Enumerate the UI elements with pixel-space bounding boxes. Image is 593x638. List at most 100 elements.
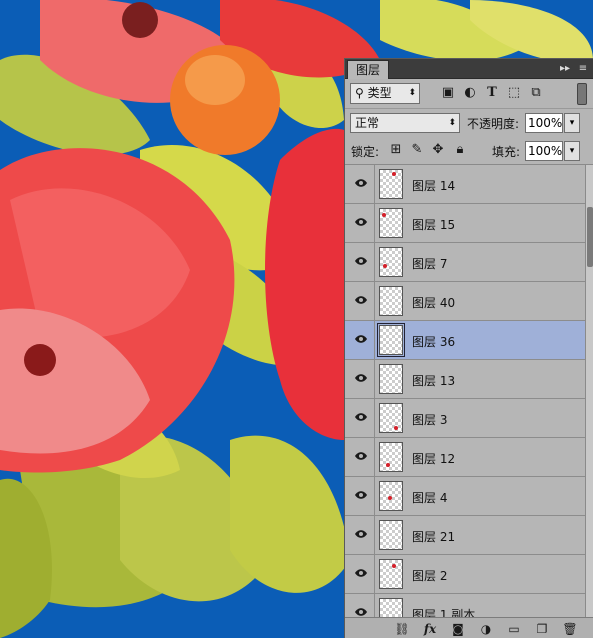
thumbnail-content-mark	[382, 213, 386, 217]
layer-name[interactable]: 图层 36	[412, 333, 455, 350]
lock-position-icon[interactable]: ✥	[431, 143, 445, 157]
layer-name[interactable]: 图层 7	[412, 255, 447, 272]
visibility-toggle[interactable]	[345, 555, 375, 593]
add-mask-icon[interactable]: ◙	[449, 621, 467, 637]
layer-thumbnail[interactable]	[379, 442, 403, 472]
eye-icon	[355, 452, 367, 460]
chevron-updown-icon: ⬍	[448, 118, 456, 128]
image-filter-icon[interactable]: ▣	[440, 85, 456, 101]
layer-row[interactable]: 图层 12	[345, 438, 585, 477]
layer-name[interactable]: 图层 21	[412, 528, 455, 545]
visibility-toggle[interactable]	[345, 438, 375, 476]
layer-row[interactable]: 图层 2	[345, 555, 585, 594]
layer-thumbnail[interactable]	[379, 169, 403, 199]
layer-row[interactable]: 图层 13	[345, 360, 585, 399]
visibility-toggle[interactable]	[345, 243, 375, 281]
layer-row[interactable]: 图层 1 副本	[345, 594, 585, 617]
layer-thumbnail[interactable]	[379, 520, 403, 550]
layer-name[interactable]: 图层 4	[412, 489, 447, 506]
fill-slider-button[interactable]: ▾	[564, 141, 580, 161]
lock-label: 锁定:	[351, 145, 380, 159]
visibility-toggle[interactable]	[345, 399, 375, 437]
layer-thumbnail[interactable]	[379, 598, 403, 617]
panel-menu-icon[interactable]: ≡	[576, 61, 590, 77]
layer-thumbnail[interactable]	[379, 364, 403, 394]
visibility-toggle[interactable]	[345, 165, 375, 203]
layer-name[interactable]: 图层 1 副本	[412, 606, 475, 617]
layer-list-scrollbar[interactable]	[585, 165, 593, 617]
lock-image-pixels-icon[interactable]: ✎	[410, 143, 424, 157]
layer-row[interactable]: 图层 36	[345, 321, 585, 360]
eye-icon	[355, 608, 367, 616]
delete-layer-icon[interactable]: 🗑︎	[561, 621, 579, 637]
type-filter-icon[interactable]: T	[484, 85, 500, 101]
opacity-label: 不透明度:	[467, 117, 520, 131]
visibility-toggle[interactable]	[345, 516, 375, 554]
layer-row[interactable]: 图层 40	[345, 282, 585, 321]
shape-filter-icon[interactable]: ⬚	[506, 85, 522, 101]
visibility-toggle[interactable]	[345, 360, 375, 398]
layer-name[interactable]: 图层 12	[412, 450, 455, 467]
filter-toggle-switch[interactable]	[577, 83, 587, 105]
lock-all-icon[interactable]: 🔒︎	[453, 143, 467, 157]
layer-name[interactable]: 图层 3	[412, 411, 447, 428]
opacity-slider-button[interactable]: ▾	[564, 113, 580, 133]
layer-row[interactable]: 图层 3	[345, 399, 585, 438]
eye-icon	[355, 218, 367, 226]
layer-row[interactable]: 图层 7	[345, 243, 585, 282]
layer-name[interactable]: 图层 40	[412, 294, 455, 311]
layer-thumbnail[interactable]	[379, 559, 403, 589]
blend-row: 正常 ⬍ 不透明度: 100% ▾	[345, 109, 593, 137]
search-icon: ⚲	[355, 86, 364, 100]
layer-list: 图层 14 图层 15 图层 7 图层 40 图层 36 图层 13 图层 3 图层 12 图层…	[345, 165, 585, 617]
thumbnail-content-mark	[388, 496, 392, 500]
fill-input[interactable]: 100%	[525, 141, 563, 161]
layers-bottom-bar: ⛓ fx ◙ ◑ ▭ ❐ 🗑︎	[345, 617, 593, 638]
tab-layers[interactable]: 图层	[347, 60, 390, 79]
eye-icon	[355, 374, 367, 382]
layer-name[interactable]: 图层 14	[412, 177, 455, 194]
fill-label: 填充:	[492, 145, 521, 159]
layer-thumbnail[interactable]	[379, 286, 403, 316]
visibility-toggle[interactable]	[345, 282, 375, 320]
visibility-toggle[interactable]	[345, 321, 375, 359]
new-layer-icon[interactable]: ❐	[533, 621, 551, 637]
adjustment-filter-icon[interactable]: ◐	[462, 85, 478, 101]
thumbnail-content-mark	[386, 463, 390, 467]
blend-mode-select[interactable]: 正常 ⬍	[350, 113, 460, 133]
layer-row[interactable]: 图层 15	[345, 204, 585, 243]
layer-row[interactable]: 图层 21	[345, 516, 585, 555]
opacity-input[interactable]: 100%	[525, 113, 563, 133]
filter-kind-select[interactable]: ⚲ 类型 ⬍	[350, 83, 420, 104]
scrollbar-thumb[interactable]	[587, 207, 593, 267]
lock-row: 锁定: ⊞ ✎ ✥ 🔒︎ 填充: 100% ▾	[345, 137, 593, 165]
layer-name[interactable]: 图层 2	[412, 567, 447, 584]
thumbnail-content-mark	[392, 564, 396, 568]
layer-row[interactable]: 图层 14	[345, 165, 585, 204]
layer-thumbnail[interactable]	[379, 208, 403, 238]
layer-name[interactable]: 图层 15	[412, 216, 455, 233]
eye-icon	[355, 413, 367, 421]
eye-icon	[355, 569, 367, 577]
fx-icon[interactable]: fx	[421, 621, 439, 637]
collapse-panel-button[interactable]: ▸▸	[558, 61, 572, 77]
visibility-toggle[interactable]	[345, 477, 375, 515]
chevron-updown-icon: ⬍	[408, 88, 416, 98]
layer-name[interactable]: 图层 13	[412, 372, 455, 389]
lock-transparent-pixels-icon[interactable]: ⊞	[389, 143, 403, 157]
adjustment-layer-icon[interactable]: ◑	[477, 621, 495, 637]
layer-row[interactable]: 图层 4	[345, 477, 585, 516]
layer-thumbnail[interactable]	[379, 403, 403, 433]
layer-thumbnail[interactable]	[377, 323, 405, 357]
layers-panel: 图层 ▸▸ ≡ ⚲ 类型 ⬍ ▣ ◐ T ⬚ ⧉ 正常 ⬍ 不透明度: 100%…	[344, 58, 593, 638]
eye-icon	[355, 296, 367, 304]
layer-filter-row: ⚲ 类型 ⬍ ▣ ◐ T ⬚ ⧉	[345, 79, 593, 109]
visibility-toggle[interactable]	[345, 594, 375, 617]
link-layers-icon[interactable]: ⛓	[393, 621, 411, 637]
layer-thumbnail[interactable]	[379, 247, 403, 277]
layer-thumbnail[interactable]	[379, 481, 403, 511]
visibility-toggle[interactable]	[345, 204, 375, 242]
eye-icon	[355, 257, 367, 265]
smart-object-filter-icon[interactable]: ⧉	[528, 85, 544, 101]
new-group-icon[interactable]: ▭	[505, 621, 523, 637]
